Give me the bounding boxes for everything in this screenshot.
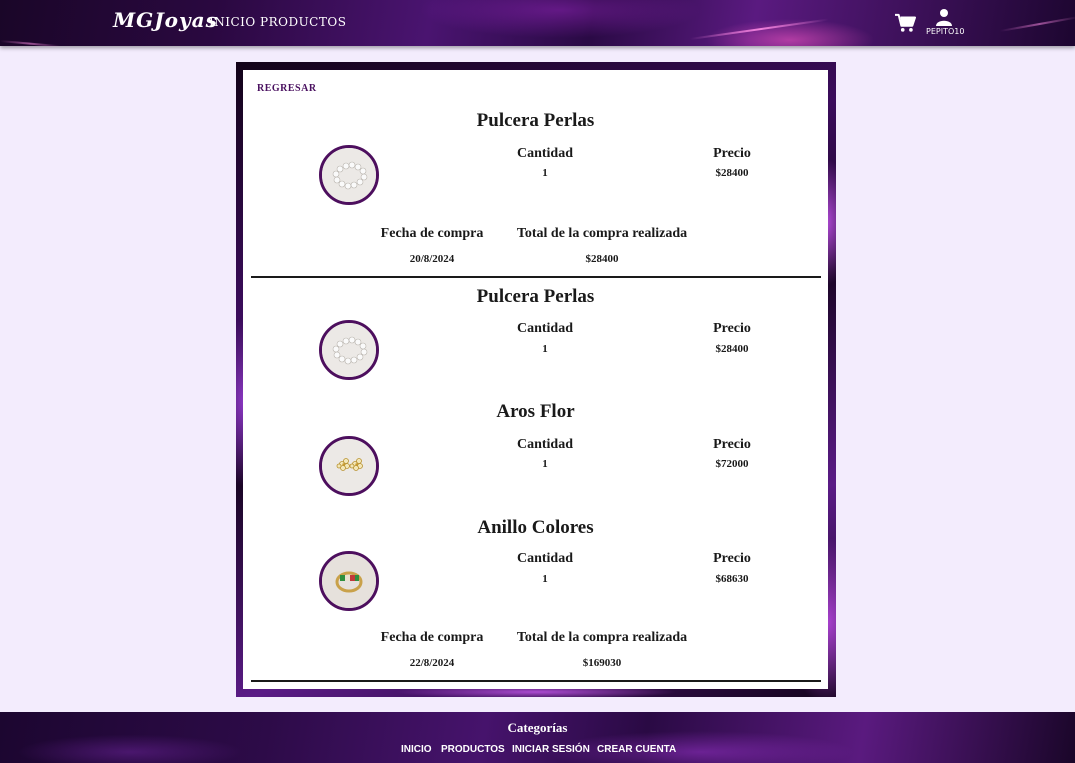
decorative-streak	[999, 16, 1075, 32]
decorative-streak	[689, 18, 829, 40]
price-value: $28400	[715, 343, 749, 355]
back-link[interactable]: REGRESAR	[257, 83, 317, 94]
purchase-total-value: $28400	[585, 253, 619, 265]
product-image	[319, 551, 379, 611]
quantity-label: Cantidad	[516, 551, 574, 566]
nav-inicio[interactable]: INICIO	[209, 15, 256, 29]
brand-logo[interactable]: MGJoyas	[113, 8, 218, 32]
purchase-date-value: 20/8/2024	[409, 253, 455, 265]
product-title: Anillo Colores	[477, 517, 594, 538]
quantity-value: 1	[542, 167, 548, 179]
product-image	[319, 320, 379, 380]
purchase-total-label: Total de la compra realizada	[516, 226, 688, 241]
product-title: Pulcera Perlas	[476, 110, 595, 131]
price-label: Precio	[713, 551, 751, 566]
price-value: $72000	[715, 458, 749, 470]
pearl-bracelet-image	[322, 148, 376, 202]
nav-productos[interactable]: PRODUCTOS	[260, 15, 346, 29]
footer-link-iniciar-sesion[interactable]: INICIAR SESIÓN	[512, 744, 590, 755]
purchase-date-label: Fecha de compra	[380, 226, 484, 241]
decorative-streak	[0, 40, 60, 48]
price-label: Precio	[713, 146, 751, 161]
quantity-label: Cantidad	[516, 321, 574, 336]
quantity-value: 1	[542, 573, 548, 585]
quantity-label: Cantidad	[516, 437, 574, 452]
footer-link-crear-cuenta[interactable]: CREAR CUENTA	[597, 744, 676, 755]
flower-earrings-image	[322, 439, 376, 493]
purchase-total-label: Total de la compra realizada	[516, 630, 688, 645]
purchase-date-label: Fecha de compra	[380, 630, 484, 645]
footer-title: Categorías	[507, 720, 568, 735]
quantity-label: Cantidad	[516, 146, 574, 161]
order-divider	[251, 680, 821, 682]
footer-link-productos[interactable]: PRODUCTOS	[441, 744, 505, 755]
price-value: $28400	[715, 167, 749, 179]
purchase-total-value: $169030	[582, 657, 622, 669]
colored-ring-image	[322, 554, 376, 608]
pearl-bracelet-image	[322, 323, 376, 377]
username-label[interactable]: PEPITO10	[926, 27, 964, 36]
product-image	[319, 436, 379, 496]
product-title: Aros Flor	[496, 401, 575, 422]
user-icon[interactable]	[935, 8, 953, 26]
footer-link-inicio[interactable]: INICIO	[401, 744, 432, 755]
price-value: $68630	[715, 573, 749, 585]
purchase-date-value: 22/8/2024	[409, 657, 455, 669]
price-label: Precio	[713, 437, 751, 452]
quantity-value: 1	[542, 343, 548, 355]
quantity-value: 1	[542, 458, 548, 470]
product-title: Pulcera Perlas	[476, 286, 595, 307]
cart-icon[interactable]	[894, 13, 916, 33]
order-divider	[251, 276, 821, 278]
product-image	[319, 145, 379, 205]
price-label: Precio	[713, 321, 751, 336]
